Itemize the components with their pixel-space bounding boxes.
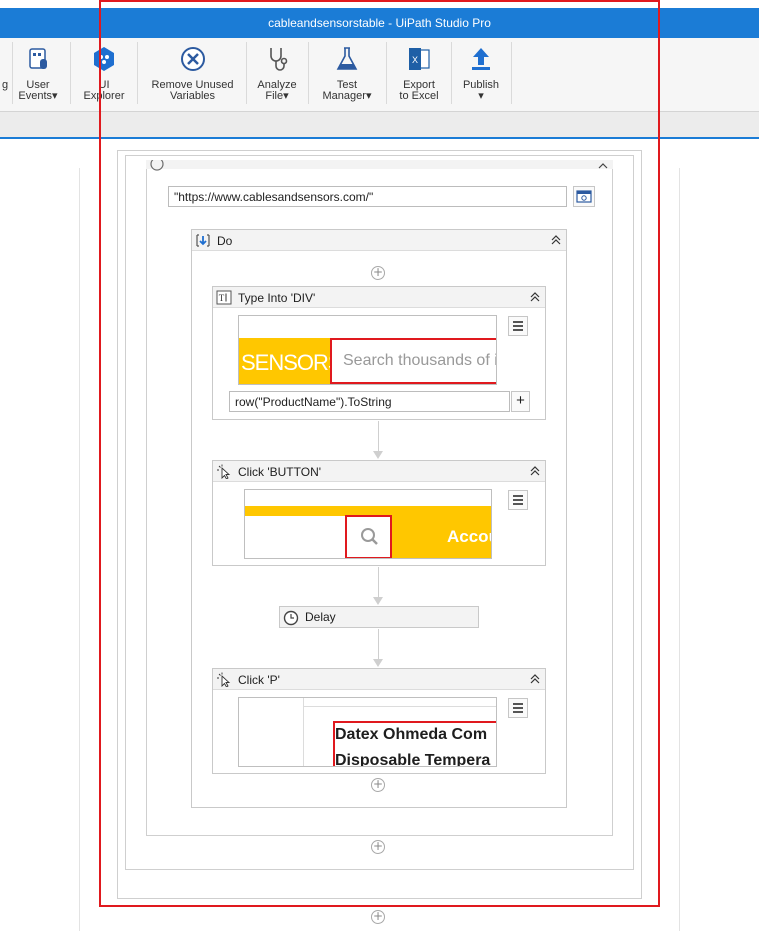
add-activity-button[interactable]: + (371, 266, 385, 280)
flow-arrow (373, 659, 383, 667)
chevron-down-icon: ▾ (478, 90, 484, 102)
tab-strip (0, 112, 759, 139)
ui-explorer-icon (94, 47, 114, 71)
flow-arrow (373, 451, 383, 459)
chevron-down-icon: ▾ (283, 90, 289, 102)
type-into-icon: T (216, 290, 232, 305)
add-text-button[interactable]: + (511, 391, 530, 412)
click-button-title: Click 'BUTTON' (238, 465, 322, 479)
user-events-button[interactable]: User Events▾ (14, 42, 62, 106)
stethoscope-icon (270, 48, 288, 71)
add-activity-button[interactable]: + (371, 778, 385, 792)
click-button-target-preview[interactable]: Accou (244, 489, 492, 559)
options-menu-button[interactable] (508, 698, 528, 718)
canvas-guide-left (79, 168, 80, 931)
collapse-icon[interactable] (529, 290, 541, 302)
export-to-excel-button[interactable]: X Export to Excel (392, 42, 446, 106)
upload-icon (472, 48, 490, 70)
ui-explorer-button[interactable]: UI Explorer (78, 42, 130, 106)
highlighted-product-text: Datex Ohmeda Com Disposable Tempera (333, 721, 496, 766)
collapse-icon[interactable] (529, 464, 541, 476)
excel-icon: X (409, 48, 430, 70)
window-title: cableandsensorstable - UiPath Studio Pro (268, 16, 491, 30)
analyze-file-button[interactable]: Analyze File▾ (252, 42, 302, 106)
clock-icon (283, 610, 299, 626)
url-input[interactable]: "https://www.cablesandsensors.com/" (168, 186, 567, 207)
svg-text:X: X (412, 55, 418, 65)
type-into-title: Type Into 'DIV' (238, 291, 316, 305)
collapse-icon[interactable] (529, 672, 541, 684)
remove-unused-variables-button[interactable]: Remove Unused Variables (145, 42, 240, 106)
chevron-down-icon: ▾ (365, 90, 372, 102)
delay-title: Delay (305, 610, 336, 624)
ribbon-toolbar: g User Events▾ UI Explorer Remove Unused… (0, 38, 759, 112)
do-label: Do (217, 234, 233, 248)
preview-brand-text: SENSORS (241, 350, 343, 375)
window-title-bar: cableandsensorstable - UiPath Studio Pro (0, 8, 759, 38)
text-input[interactable]: row("ProductName").ToString (229, 391, 510, 412)
click-p-target-preview[interactable]: Datex Ohmeda Com Disposable Tempera (238, 697, 497, 767)
test-manager-button[interactable]: Test Manager▾ (314, 42, 380, 106)
sequence-icon (196, 234, 210, 247)
type-into-target-preview[interactable]: SENSORS Search thousands of i (238, 315, 497, 385)
highlighted-search-button (345, 515, 392, 558)
magnifier-icon (361, 528, 378, 545)
collapse-icon[interactable] (550, 233, 562, 245)
click-icon (217, 672, 231, 687)
remove-circle-icon (180, 47, 205, 71)
options-menu-button[interactable] (508, 490, 528, 510)
preview-account-text: Accou (447, 527, 491, 546)
options-menu-button[interactable] (508, 316, 528, 336)
user-events-icon (29, 48, 47, 69)
delay-activity[interactable]: Delay (279, 606, 479, 628)
add-activity-button[interactable]: + (371, 840, 385, 854)
highlighted-search-box: Search thousands of i (330, 338, 496, 384)
browser-window-icon (576, 190, 592, 203)
publish-button[interactable]: Publish ▾ (456, 42, 506, 106)
chevron-down-icon: ▾ (52, 90, 58, 102)
select-browser-button[interactable] (573, 186, 595, 207)
add-activity-button[interactable]: + (371, 910, 385, 924)
flow-arrow (373, 597, 383, 605)
collapse-icon[interactable] (597, 160, 609, 170)
browser-icon (150, 160, 164, 171)
svg-text:T: T (219, 293, 225, 303)
click-icon (217, 464, 231, 479)
click-p-title: Click 'P' (238, 673, 280, 687)
flask-icon (336, 47, 358, 70)
canvas-guide-right (679, 168, 680, 931)
